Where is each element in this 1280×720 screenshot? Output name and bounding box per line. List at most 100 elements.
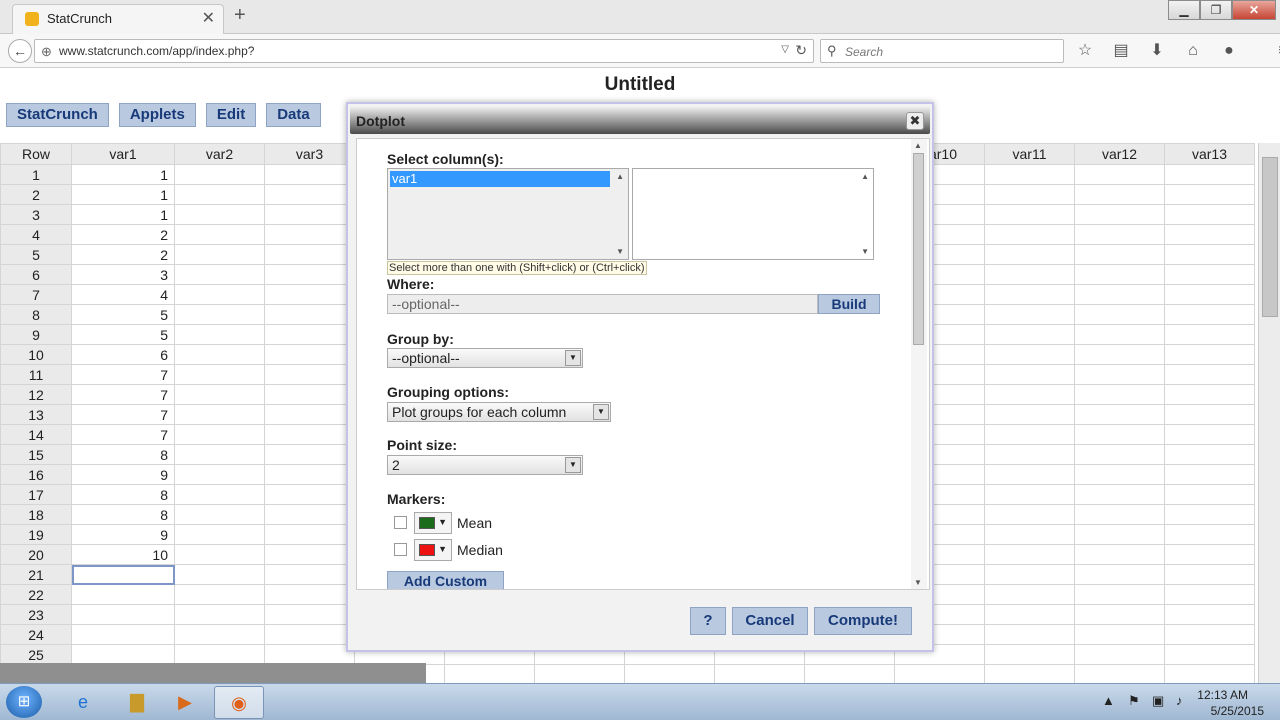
build-button[interactable]: Build: [818, 294, 880, 314]
cell[interactable]: [624, 664, 715, 683]
cell[interactable]: [174, 204, 265, 225]
cell[interactable]: [1164, 444, 1255, 465]
cell[interactable]: [264, 244, 355, 265]
cell[interactable]: [984, 284, 1075, 305]
cell[interactable]: 1: [71, 204, 175, 225]
cell[interactable]: [174, 364, 265, 385]
cell[interactable]: [984, 244, 1075, 265]
cell[interactable]: [174, 384, 265, 405]
cell[interactable]: [174, 404, 265, 425]
cell[interactable]: [1164, 484, 1255, 505]
cell[interactable]: 9: [71, 464, 175, 485]
cell[interactable]: [984, 164, 1075, 185]
cell[interactable]: [264, 504, 355, 525]
cell[interactable]: 7: [71, 384, 175, 405]
scroll-down-icon[interactable]: ▼: [914, 578, 922, 587]
cell[interactable]: [984, 604, 1075, 625]
cell[interactable]: [1164, 384, 1255, 405]
selected-list-scroll-up-icon[interactable]: ▲: [861, 172, 869, 181]
cell[interactable]: [1074, 424, 1165, 445]
window-close-button[interactable]: ✕: [1232, 0, 1276, 20]
cell[interactable]: [174, 244, 265, 265]
cell[interactable]: [984, 564, 1075, 585]
cell[interactable]: [264, 444, 355, 465]
menu-hamburger-icon[interactable]: ≡: [1272, 40, 1280, 62]
cell[interactable]: [71, 584, 175, 605]
cell[interactable]: [264, 264, 355, 285]
cell[interactable]: [174, 184, 265, 205]
cell[interactable]: 5: [71, 324, 175, 345]
cell[interactable]: 8: [71, 504, 175, 525]
median-marker-checkbox[interactable]: [394, 543, 407, 556]
cell[interactable]: 7: [71, 404, 175, 425]
cell[interactable]: 10: [71, 544, 175, 565]
action-center-flag-icon[interactable]: ⚑: [1128, 693, 1140, 709]
cell[interactable]: [174, 164, 265, 185]
cell[interactable]: [984, 424, 1075, 445]
column-header-var13[interactable]: var13: [1164, 143, 1255, 165]
new-tab-button[interactable]: +: [234, 4, 246, 27]
grid-vertical-scrollbar[interactable]: [1258, 143, 1280, 683]
column-item-var1[interactable]: var1: [390, 171, 610, 187]
cell[interactable]: [1164, 404, 1255, 425]
cell[interactable]: 5: [71, 304, 175, 325]
dialog-titlebar[interactable]: Dotplot ✖: [350, 106, 930, 134]
internet-explorer-icon[interactable]: e: [58, 686, 108, 719]
start-button[interactable]: ⊞: [6, 686, 42, 718]
menu-edit[interactable]: Edit: [205, 103, 257, 127]
cell[interactable]: [174, 624, 265, 645]
menu-applets[interactable]: Applets: [118, 103, 196, 127]
cell[interactable]: [264, 544, 355, 565]
grid-horizontal-scrollbar[interactable]: [0, 663, 426, 683]
cell[interactable]: [984, 484, 1075, 505]
cell[interactable]: [1164, 644, 1255, 665]
cell[interactable]: [984, 544, 1075, 565]
cell[interactable]: [984, 504, 1075, 525]
cell[interactable]: [1074, 664, 1165, 683]
cell[interactable]: [1074, 624, 1165, 645]
cell[interactable]: [174, 304, 265, 325]
cell[interactable]: [1074, 404, 1165, 425]
cell[interactable]: [1164, 184, 1255, 205]
cell[interactable]: [264, 224, 355, 245]
chevron-down-icon[interactable]: ▼: [593, 404, 609, 420]
cell[interactable]: [984, 304, 1075, 325]
cell[interactable]: 8: [71, 484, 175, 505]
cell[interactable]: [174, 224, 265, 245]
cell[interactable]: [1074, 304, 1165, 325]
cancel-button[interactable]: Cancel: [732, 607, 808, 635]
firefox-icon[interactable]: ◉: [214, 686, 264, 719]
file-explorer-icon[interactable]: ▇: [112, 686, 162, 719]
cell[interactable]: [1074, 264, 1165, 285]
add-custom-button[interactable]: Add Custom: [387, 571, 504, 589]
cell[interactable]: [264, 184, 355, 205]
cell[interactable]: [1074, 384, 1165, 405]
cell[interactable]: [264, 344, 355, 365]
cell[interactable]: [264, 584, 355, 605]
menu-data[interactable]: Data: [266, 103, 321, 127]
cell[interactable]: [174, 264, 265, 285]
browser-tab-statcrunch[interactable]: StatCrunch ✕: [12, 4, 224, 34]
cell[interactable]: [174, 344, 265, 365]
cell[interactable]: [1074, 164, 1165, 185]
cell[interactable]: [1074, 284, 1165, 305]
cell[interactable]: [264, 164, 355, 185]
cell[interactable]: [1074, 344, 1165, 365]
cell[interactable]: [1164, 284, 1255, 305]
cell[interactable]: [1164, 604, 1255, 625]
minimize-button[interactable]: ▁: [1168, 0, 1200, 20]
cell[interactable]: [1074, 584, 1165, 605]
group-by-select[interactable]: --optional-- ▼: [387, 348, 583, 368]
cell[interactable]: [174, 564, 265, 585]
cell[interactable]: [1074, 204, 1165, 225]
cell[interactable]: [1164, 524, 1255, 545]
cell[interactable]: [894, 664, 985, 683]
cell[interactable]: [264, 484, 355, 505]
url-dropdown-icon[interactable]: ▽: [781, 44, 789, 55]
cell[interactable]: [1164, 204, 1255, 225]
cell[interactable]: [264, 524, 355, 545]
cell[interactable]: 1: [71, 164, 175, 185]
cell[interactable]: [71, 604, 175, 625]
cell[interactable]: [1164, 224, 1255, 245]
cell[interactable]: [1164, 464, 1255, 485]
